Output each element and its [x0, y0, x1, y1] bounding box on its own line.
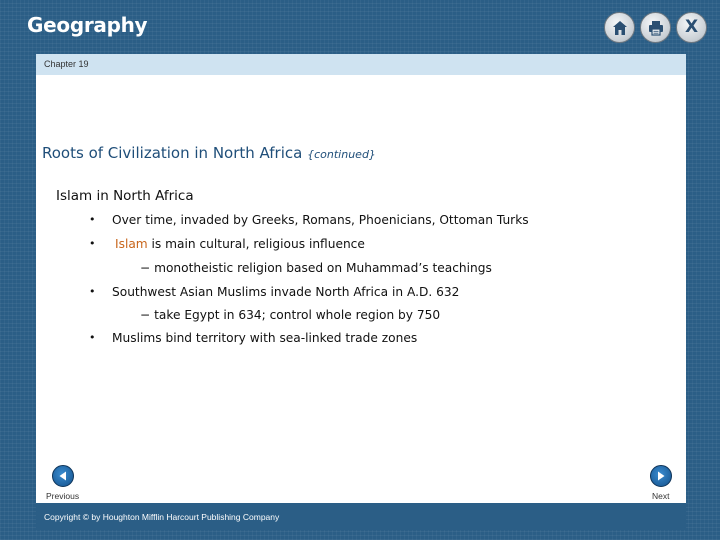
arrow-right-icon: [658, 471, 665, 481]
print-button[interactable]: [640, 12, 671, 43]
printer-icon: [648, 20, 663, 36]
close-icon: X: [684, 17, 699, 37]
bullet-text-rest: is main cultural, religious influence: [147, 237, 365, 251]
bullet-marker: •: [89, 213, 96, 226]
next-label[interactable]: Next: [652, 491, 669, 501]
slide-title: Roots of Civilization in North Africa {c…: [42, 144, 376, 162]
close-button[interactable]: X: [676, 12, 707, 43]
bullet-text: Over time, invaded by Greeks, Romans, Ph…: [112, 213, 529, 227]
arrow-left-icon: [59, 471, 66, 481]
previous-label[interactable]: Previous: [46, 491, 79, 501]
slide-panel: Chapter 19 Roots of Civilization in Nort…: [36, 54, 686, 530]
bullet-text: Muslims bind territory with sea-linked t…: [112, 331, 418, 345]
slide-title-suffix: {continued}: [307, 148, 376, 161]
keyword-islam: Islam: [115, 237, 148, 251]
sub-point: − monotheistic religion based on Muhamma…: [140, 261, 492, 275]
copyright-text: Copyright © by Houghton Mifflin Harcourt…: [44, 512, 280, 522]
home-button[interactable]: [604, 12, 635, 43]
home-icon: [612, 20, 627, 35]
footer-bar: Copyright © by Houghton Mifflin Harcourt…: [36, 503, 686, 530]
section-heading: Islam in North Africa: [56, 188, 194, 204]
chapter-label: Chapter 19: [44, 59, 89, 69]
bullet-marker: •: [89, 285, 96, 298]
top-toolbar: X: [604, 12, 707, 43]
slide-title-text: Roots of Civilization in North Africa: [42, 144, 303, 162]
bullet-marker: •: [89, 331, 96, 344]
sub-point: − take Egypt in 634; control whole regio…: [140, 308, 441, 322]
bullet-text: Islam is main cultural, religious influe…: [115, 237, 365, 251]
bullet-text: Southwest Asian Muslims invade North Afr…: [112, 285, 460, 299]
app-title: Geography: [27, 13, 148, 37]
bullet-marker: •: [89, 237, 96, 250]
next-button[interactable]: [650, 465, 672, 487]
previous-button[interactable]: [52, 465, 74, 487]
chapter-strip: Chapter 19: [36, 54, 686, 75]
